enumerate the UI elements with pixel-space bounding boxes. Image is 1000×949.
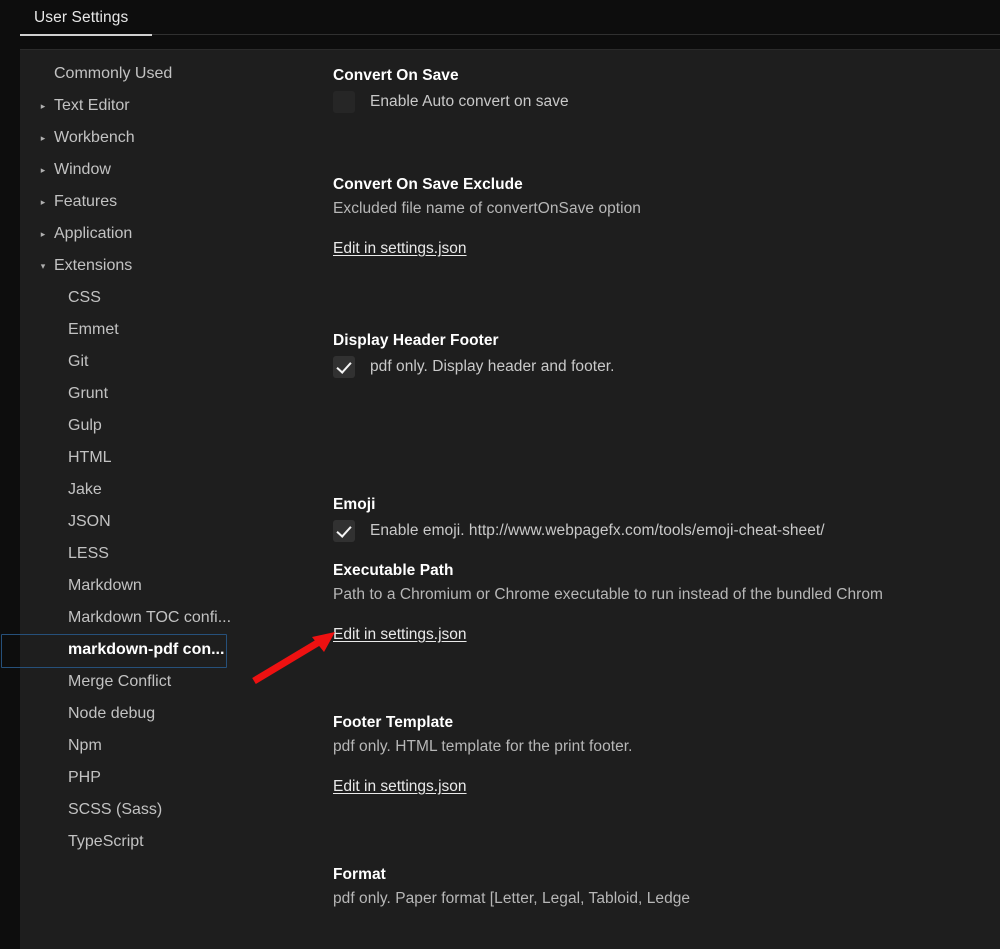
setting-checkbox-row[interactable]: Enable emoji. http://www.webpagefx.com/t… — [333, 520, 1000, 542]
checkbox-label: pdf only. Display header and footer. — [370, 358, 615, 376]
tab-bar-rule — [152, 34, 1000, 35]
setting-link-row: Edit in settings.json — [333, 626, 1000, 644]
setting-convert-on-save: Convert On Save Enable Auto convert on sa… — [333, 67, 1000, 113]
setting-executable-path: Executable Path Path to a Chromium or Chr… — [333, 562, 1000, 644]
sidebar-item-label: Text Editor — [52, 97, 130, 115]
sidebar-item-application[interactable]: ▸Application — [20, 218, 320, 250]
sidebar-item-grunt[interactable]: Grunt — [20, 378, 320, 410]
sidebar-item-emmet[interactable]: Emmet — [20, 314, 320, 346]
sidebar-item-label: Application — [52, 225, 132, 243]
settings-toc-sidebar: Commonly Used▸Text Editor▸Workbench▸Wind… — [20, 50, 320, 949]
sidebar-item-window[interactable]: ▸Window — [20, 154, 320, 186]
edit-in-settings-json-link[interactable]: Edit in settings.json — [333, 778, 467, 796]
sidebar-item-label: Node debug — [68, 705, 155, 723]
edit-in-settings-json-link[interactable]: Edit in settings.json — [333, 240, 467, 258]
sidebar-item-html[interactable]: HTML — [20, 442, 320, 474]
checkbox-unchecked-icon[interactable] — [333, 91, 355, 113]
sidebar-item-label: HTML — [68, 449, 112, 467]
sidebar-item-git[interactable]: Git — [20, 346, 320, 378]
sidebar-item-markdown[interactable]: Markdown — [20, 570, 320, 602]
sidebar-item-label: Markdown — [68, 577, 142, 595]
sidebar-item-label: Workbench — [52, 129, 135, 147]
sidebar-item-json[interactable]: JSON — [20, 506, 320, 538]
sidebar-item-gulp[interactable]: Gulp — [20, 410, 320, 442]
sidebar-item-markdown-toc-confi[interactable]: Markdown TOC confi... — [20, 602, 320, 634]
sidebar-item-label: Features — [52, 193, 117, 211]
setting-format: Format pdf only. Paper format [Letter, Le… — [333, 866, 1000, 908]
checkbox-checked-icon[interactable] — [333, 520, 355, 542]
setting-link-row: Edit in settings.json — [333, 778, 1000, 796]
sidebar-item-text-editor[interactable]: ▸Text Editor — [20, 90, 320, 122]
chevron-right-icon[interactable]: ▸ — [36, 198, 50, 207]
sidebar-item-label: Commonly Used — [52, 65, 172, 83]
sidebar-item-label: LESS — [68, 545, 109, 563]
tab-label: User Settings — [34, 9, 128, 27]
chevron-right-icon[interactable]: ▸ — [36, 102, 50, 111]
checkbox-label: Enable Auto convert on save — [370, 93, 569, 111]
setting-title: Executable Path — [333, 562, 1000, 580]
sidebar-item-less[interactable]: LESS — [20, 538, 320, 570]
sidebar-item-typescript[interactable]: TypeScript — [20, 826, 320, 858]
sidebar-item-label: Merge Conflict — [68, 673, 171, 691]
sidebar-item-label: SCSS (Sass) — [68, 801, 162, 819]
setting-description: Path to a Chromium or Chrome executable … — [333, 586, 1000, 604]
setting-description: Excluded file name of convertOnSave opti… — [333, 200, 1000, 218]
sidebar-item-label: Git — [68, 353, 88, 371]
sidebar-item-label: Npm — [68, 737, 102, 755]
setting-title: Format — [333, 866, 1000, 884]
edit-in-settings-json-link[interactable]: Edit in settings.json — [333, 626, 467, 644]
tab-user-settings[interactable]: User Settings — [20, 0, 144, 36]
settings-editor-window: User Settings Commonly Used▸Text Editor▸… — [0, 0, 1000, 949]
sidebar-item-css[interactable]: CSS — [20, 282, 320, 314]
left-gutter-strip — [0, 0, 20, 949]
setting-title: Emoji — [333, 496, 1000, 514]
setting-title: Display Header Footer — [333, 332, 1000, 350]
sidebar-item-markdown-pdf-con[interactable]: markdown-pdf con... — [20, 634, 320, 666]
sidebar-item-label: Gulp — [68, 417, 102, 435]
setting-emoji: Emoji Enable emoji. http://www.webpagefx.… — [333, 496, 1000, 542]
setting-title: Footer Template — [333, 714, 1000, 732]
setting-title: Convert On Save Exclude — [333, 176, 1000, 194]
checkbox-label: Enable emoji. http://www.webpagefx.com/t… — [370, 522, 825, 540]
sidebar-item-label: JSON — [68, 513, 111, 531]
sidebar-item-label: markdown-pdf con... — [68, 641, 224, 659]
setting-checkbox-row[interactable]: Enable Auto convert on save — [333, 91, 1000, 113]
sidebar-item-label: PHP — [68, 769, 101, 787]
chevron-right-icon[interactable]: ▸ — [36, 230, 50, 239]
setting-description: pdf only. Paper format [Letter, Legal, T… — [333, 890, 1000, 908]
setting-title: Convert On Save — [333, 67, 1000, 85]
editor-tab-bar: User Settings — [0, 0, 1000, 36]
setting-footer-template: Footer Template pdf only. HTML template f… — [333, 714, 1000, 796]
setting-display-header-footer: Display Header Footer pdf only. Display h… — [333, 332, 1000, 378]
sidebar-item-jake[interactable]: Jake — [20, 474, 320, 506]
chevron-right-icon[interactable]: ▸ — [36, 134, 50, 143]
sidebar-item-php[interactable]: PHP — [20, 762, 320, 794]
sidebar-item-label: Grunt — [68, 385, 108, 403]
sidebar-item-commonly-used[interactable]: Commonly Used — [20, 58, 320, 90]
setting-checkbox-row[interactable]: pdf only. Display header and footer. — [333, 356, 1000, 378]
sidebar-item-label: TypeScript — [68, 833, 144, 851]
setting-link-row: Edit in settings.json — [333, 240, 1000, 258]
sidebar-item-scss-sass[interactable]: SCSS (Sass) — [20, 794, 320, 826]
sidebar-item-extensions[interactable]: ▾Extensions — [20, 250, 320, 282]
sidebar-item-npm[interactable]: Npm — [20, 730, 320, 762]
chevron-down-icon[interactable]: ▾ — [36, 262, 50, 271]
sidebar-item-label: Jake — [68, 481, 102, 499]
sidebar-item-label: Markdown TOC confi... — [68, 609, 231, 627]
checkbox-checked-icon[interactable] — [333, 356, 355, 378]
sidebar-item-label: Window — [52, 161, 111, 179]
sidebar-item-node-debug[interactable]: Node debug — [20, 698, 320, 730]
sidebar-item-merge-conflict[interactable]: Merge Conflict — [20, 666, 320, 698]
sidebar-item-features[interactable]: ▸Features — [20, 186, 320, 218]
header-filler — [0, 36, 1000, 50]
setting-convert-on-save-exclude: Convert On Save Exclude Excluded file nam… — [333, 176, 1000, 258]
setting-description: pdf only. HTML template for the print fo… — [333, 738, 1000, 756]
settings-content-panel: 6] A4 Convert On SaveEnable Auto convert… — [320, 50, 1000, 949]
sidebar-item-workbench[interactable]: ▸Workbench — [20, 122, 320, 154]
sidebar-item-label: Extensions — [52, 257, 132, 275]
sidebar-item-label: Emmet — [68, 321, 119, 339]
sidebar-item-label: CSS — [68, 289, 101, 307]
chevron-right-icon[interactable]: ▸ — [36, 166, 50, 175]
